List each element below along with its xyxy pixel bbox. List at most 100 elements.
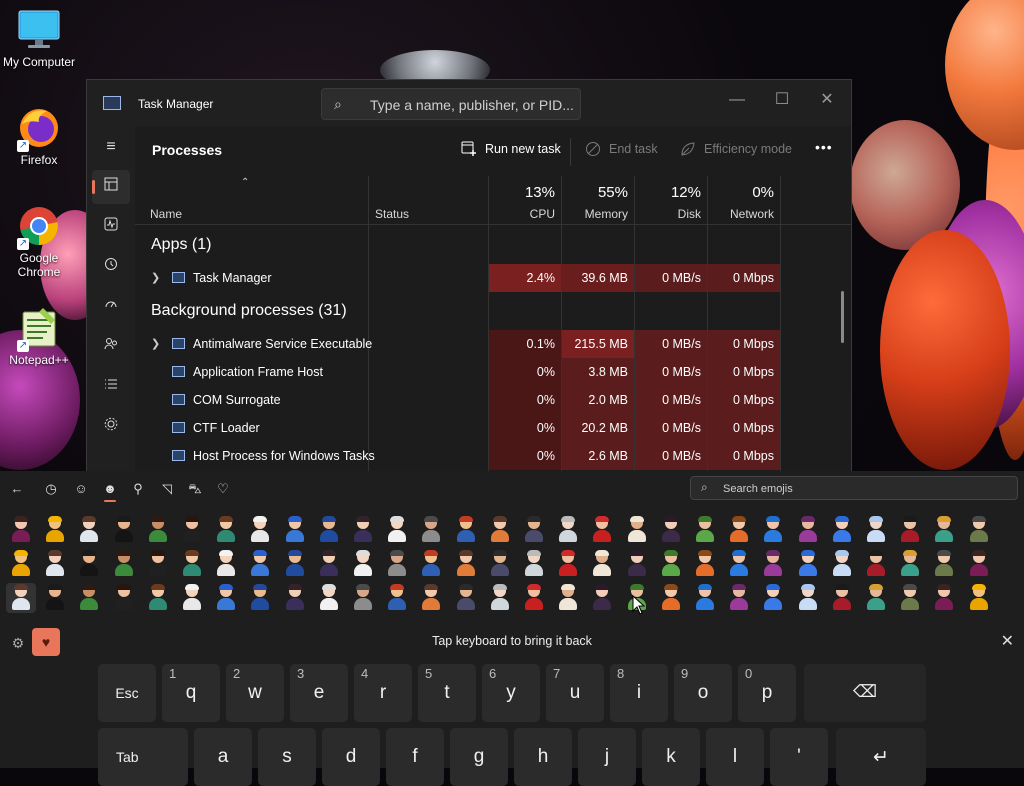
- person-emoji[interactable]: [861, 583, 891, 613]
- person-emoji[interactable]: [553, 583, 583, 613]
- desktop-icon-my-computer[interactable]: My Computer: [0, 8, 78, 69]
- person-emoji[interactable]: [382, 549, 412, 579]
- recent-icon[interactable]: ◷: [38, 478, 64, 500]
- process-search-box[interactable]: ⌕: [321, 88, 581, 120]
- person-emoji[interactable]: [827, 583, 857, 613]
- person-emoji[interactable]: [895, 549, 925, 579]
- person-emoji[interactable]: [6, 549, 36, 579]
- person-emoji[interactable]: [895, 583, 925, 613]
- key-y[interactable]: 6y: [482, 664, 540, 722]
- run-new-task-button[interactable]: Run new task: [461, 141, 561, 157]
- person-emoji[interactable]: [622, 549, 652, 579]
- disk-total[interactable]: 12%: [635, 184, 701, 201]
- person-emoji[interactable]: [656, 549, 686, 579]
- key-j[interactable]: j: [578, 728, 636, 786]
- person-emoji[interactable]: [827, 515, 857, 545]
- startup-apps-tab[interactable]: [92, 290, 130, 324]
- efficiency-mode-button[interactable]: Efficiency mode: [680, 141, 792, 157]
- key-apostrophe[interactable]: ': [770, 728, 828, 786]
- person-emoji[interactable]: [895, 515, 925, 545]
- person-emoji[interactable]: [519, 515, 549, 545]
- person-emoji[interactable]: [74, 515, 104, 545]
- person-emoji[interactable]: [348, 515, 378, 545]
- process-search-input[interactable]: [368, 93, 577, 117]
- key-backspace[interactable]: ⌫: [804, 664, 926, 722]
- end-task-button[interactable]: End task: [585, 141, 658, 157]
- person-emoji[interactable]: [109, 549, 139, 579]
- person-emoji[interactable]: [758, 549, 788, 579]
- person-emoji[interactable]: [280, 549, 310, 579]
- person-emoji[interactable]: [758, 583, 788, 613]
- desktop-icon-notepad-plus-plus[interactable]: ↗ Notepad++: [0, 306, 78, 367]
- key-tab[interactable]: Tab: [98, 728, 188, 786]
- emoji-search-box[interactable]: ⌕: [690, 476, 1018, 500]
- performance-tab[interactable]: [92, 210, 130, 244]
- person-emoji[interactable]: [74, 583, 104, 613]
- column-header-network[interactable]: Network: [708, 207, 774, 221]
- table-row[interactable]: Host Process for Windows Tasks 0% 2.6 MB…: [135, 442, 851, 470]
- person-emoji[interactable]: [724, 583, 754, 613]
- person-emoji[interactable]: [416, 515, 446, 545]
- desktop-icon-firefox[interactable]: ↗ Firefox: [0, 106, 78, 167]
- desktop-icon-google-chrome[interactable]: ↗ Google Chrome: [0, 204, 78, 279]
- car-icon[interactable]: ⛍: [182, 478, 208, 500]
- chevron-right-icon[interactable]: ❯: [151, 337, 160, 350]
- person-emoji[interactable]: [177, 583, 207, 613]
- emoji-search-input[interactable]: [721, 479, 1015, 499]
- sort-ascending-icon[interactable]: ⌃: [241, 177, 249, 188]
- person-emoji[interactable]: [416, 549, 446, 579]
- person-emoji[interactable]: [143, 549, 173, 579]
- key-q[interactable]: 1q: [162, 664, 220, 722]
- smiley-icon[interactable]: ☺: [68, 478, 94, 500]
- app-history-tab[interactable]: [92, 250, 130, 284]
- person-emoji[interactable]: [587, 515, 617, 545]
- person-emoji[interactable]: [793, 515, 823, 545]
- person-emoji[interactable]: [929, 515, 959, 545]
- person-emoji[interactable]: [177, 549, 207, 579]
- person-emoji[interactable]: [758, 515, 788, 545]
- key-h[interactable]: h: [514, 728, 572, 786]
- person-emoji[interactable]: [793, 583, 823, 613]
- person-emoji[interactable]: [109, 583, 139, 613]
- person-emoji[interactable]: [314, 549, 344, 579]
- column-header-cpu[interactable]: CPU: [489, 207, 555, 221]
- cpu-total[interactable]: 13%: [489, 184, 555, 201]
- person-emoji[interactable]: [485, 583, 515, 613]
- memory-total[interactable]: 55%: [562, 184, 628, 201]
- people-icon[interactable]: ☻: [97, 478, 123, 502]
- network-total[interactable]: 0%: [708, 184, 774, 201]
- close-icon[interactable]: ✕: [1001, 631, 1014, 651]
- person-emoji[interactable]: [211, 515, 241, 545]
- person-emoji[interactable]: [6, 583, 36, 613]
- person-emoji[interactable]: [690, 549, 720, 579]
- hamburger-menu-button[interactable]: ≡: [92, 130, 130, 164]
- balloon-icon[interactable]: ⚲: [125, 478, 151, 500]
- person-emoji[interactable]: [382, 583, 412, 613]
- person-emoji[interactable]: [485, 515, 515, 545]
- back-arrow-icon[interactable]: ←: [4, 478, 30, 500]
- key-k[interactable]: k: [642, 728, 700, 786]
- column-header-status[interactable]: Status: [375, 207, 409, 221]
- key-enter[interactable]: ↵: [836, 728, 926, 786]
- person-emoji[interactable]: [211, 549, 241, 579]
- key-d[interactable]: d: [322, 728, 380, 786]
- person-emoji[interactable]: [553, 515, 583, 545]
- person-emoji[interactable]: [280, 583, 310, 613]
- person-emoji[interactable]: [280, 515, 310, 545]
- key-e[interactable]: 3e: [290, 664, 348, 722]
- person-emoji[interactable]: [587, 549, 617, 579]
- key-s[interactable]: s: [258, 728, 316, 786]
- person-emoji[interactable]: [40, 549, 70, 579]
- users-tab[interactable]: [92, 330, 130, 364]
- person-emoji[interactable]: [348, 549, 378, 579]
- table-row[interactable]: CTF Loader 0% 20.2 MB 0 MB/s 0 Mbps: [135, 414, 851, 442]
- person-emoji[interactable]: [553, 549, 583, 579]
- person-emoji[interactable]: [314, 583, 344, 613]
- food-icon[interactable]: ◹: [154, 478, 180, 500]
- person-emoji[interactable]: [861, 549, 891, 579]
- person-emoji[interactable]: [587, 583, 617, 613]
- processes-tab[interactable]: [92, 170, 130, 204]
- key-r[interactable]: 4r: [354, 664, 412, 722]
- key-u[interactable]: 7u: [546, 664, 604, 722]
- key-i[interactable]: 8i: [610, 664, 668, 722]
